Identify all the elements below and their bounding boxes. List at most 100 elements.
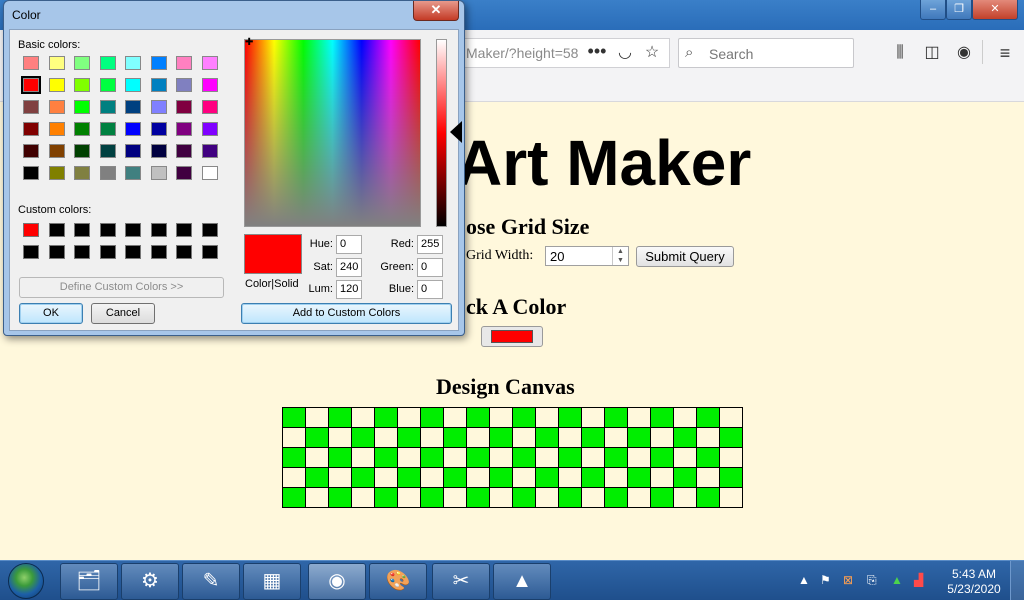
canvas-cell[interactable]	[558, 487, 582, 508]
library-icon[interactable]: ⫼	[889, 42, 911, 64]
action-center-flag-icon[interactable]: ⚑	[820, 573, 831, 587]
custom-color-swatch[interactable]	[23, 245, 39, 259]
canvas-cell[interactable]	[558, 427, 582, 448]
basic-color-swatch[interactable]	[23, 78, 39, 92]
basic-color-swatch[interactable]	[48, 166, 65, 180]
canvas-cell[interactable]	[535, 487, 559, 508]
canvas-cell[interactable]	[512, 407, 536, 428]
basic-color-swatch[interactable]	[23, 100, 39, 114]
ellipsis-icon[interactable]: •••	[586, 42, 608, 64]
canvas-cell[interactable]	[443, 407, 467, 428]
canvas-cell[interactable]	[489, 407, 513, 428]
canvas-cell[interactable]	[650, 447, 674, 468]
basic-color-swatch[interactable]	[176, 144, 192, 158]
canvas-cell[interactable]	[305, 487, 329, 508]
grid-width-spinner[interactable]: ▲ ▼	[612, 247, 628, 265]
canvas-cell[interactable]	[374, 447, 398, 468]
canvas-cell[interactable]	[397, 427, 421, 448]
canvas-cell[interactable]	[581, 407, 605, 428]
canvas-cell[interactable]	[673, 487, 697, 508]
basic-color-swatch[interactable]	[125, 122, 141, 136]
canvas-cell[interactable]	[512, 487, 536, 508]
basic-color-swatch[interactable]	[74, 56, 90, 70]
red-field[interactable]: 255	[417, 235, 443, 254]
basic-color-swatch[interactable]	[176, 122, 192, 136]
custom-color-swatch[interactable]	[99, 245, 116, 259]
canvas-cell[interactable]	[627, 487, 651, 508]
custom-color-swatch[interactable]	[74, 245, 90, 259]
submit-button[interactable]: Submit Query	[636, 246, 734, 267]
basic-color-swatch[interactable]	[201, 100, 218, 114]
search-input[interactable]: ⌕ Search	[678, 38, 854, 68]
canvas-cell[interactable]	[328, 427, 352, 448]
basic-color-swatch[interactable]	[125, 166, 141, 180]
pocket-icon[interactable]: ◡	[614, 42, 636, 64]
canvas-cell[interactable]	[466, 467, 490, 488]
canvas-cell[interactable]	[328, 447, 352, 468]
canvas-cell[interactable]	[420, 407, 444, 428]
custom-color-swatch[interactable]	[201, 223, 218, 237]
dialog-close-button[interactable]: ✕	[413, 1, 459, 21]
canvas-cell[interactable]	[535, 427, 559, 448]
basic-color-swatch[interactable]	[150, 144, 167, 158]
canvas-cell[interactable]	[282, 487, 306, 508]
canvas-cell[interactable]	[282, 467, 306, 488]
custom-color-swatch[interactable]	[74, 223, 90, 237]
minimize-button[interactable]: –	[920, 0, 946, 20]
canvas-cell[interactable]	[604, 427, 628, 448]
basic-color-swatch[interactable]	[23, 56, 39, 70]
canvas-cell[interactable]	[719, 447, 743, 468]
custom-color-swatch[interactable]	[176, 245, 192, 259]
cancel-button[interactable]: Cancel	[91, 303, 155, 324]
maximize-button[interactable]: ❐	[946, 0, 972, 20]
canvas-cell[interactable]	[650, 487, 674, 508]
basic-color-swatch[interactable]	[201, 78, 218, 92]
canvas-cell[interactable]	[512, 447, 536, 468]
canvas-cell[interactable]	[397, 487, 421, 508]
ok-button[interactable]: OK	[19, 303, 83, 324]
basic-color-swatch[interactable]	[176, 78, 192, 92]
canvas-cell[interactable]	[466, 407, 490, 428]
canvas-cell[interactable]	[581, 487, 605, 508]
hamburger-icon[interactable]: ≡	[994, 42, 1016, 64]
canvas-cell[interactable]	[673, 467, 697, 488]
canvas-cell[interactable]	[604, 467, 628, 488]
canvas-cell[interactable]	[719, 487, 743, 508]
luminance-bar[interactable]	[436, 39, 447, 227]
canvas-cell[interactable]	[282, 447, 306, 468]
canvas-cell[interactable]	[627, 427, 651, 448]
lum-field[interactable]: 120	[336, 280, 362, 299]
basic-color-swatch[interactable]	[176, 166, 192, 180]
windows-start-icon[interactable]	[8, 563, 44, 599]
basic-color-swatch[interactable]	[150, 166, 167, 180]
canvas-cell[interactable]	[420, 487, 444, 508]
canvas-cell[interactable]	[374, 427, 398, 448]
canvas-cell[interactable]	[443, 427, 467, 448]
canvas-cell[interactable]	[650, 407, 674, 428]
basic-color-swatch[interactable]	[150, 100, 167, 114]
canvas-cell[interactable]	[397, 407, 421, 428]
canvas-cell[interactable]	[420, 467, 444, 488]
sketchup-tray-icon[interactable]: ▲	[891, 573, 903, 587]
hue-field[interactable]: 0	[336, 235, 362, 254]
basic-color-swatch[interactable]	[150, 56, 167, 70]
sketchup-icon[interactable]: ▲	[493, 563, 551, 600]
canvas-cell[interactable]	[581, 447, 605, 468]
basic-color-swatch[interactable]	[74, 100, 90, 114]
canvas-cell[interactable]	[535, 407, 559, 428]
snipping-tool-icon[interactable]: ✂	[432, 563, 490, 600]
canvas-cell[interactable]	[305, 447, 329, 468]
basic-color-swatch[interactable]	[74, 122, 90, 136]
basic-color-swatch[interactable]	[48, 56, 65, 70]
basic-color-swatch[interactable]	[125, 100, 141, 114]
canvas-cell[interactable]	[558, 407, 582, 428]
basic-color-swatch[interactable]	[23, 122, 39, 136]
custom-color-swatch[interactable]	[48, 245, 65, 259]
canvas-cell[interactable]	[489, 467, 513, 488]
design-canvas-grid[interactable]	[282, 407, 743, 508]
canvas-cell[interactable]	[374, 487, 398, 508]
basic-color-swatch[interactable]	[74, 166, 90, 180]
xampp-tray-icon[interactable]: ⊠	[843, 573, 853, 587]
canvas-cell[interactable]	[420, 427, 444, 448]
canvas-cell[interactable]	[489, 487, 513, 508]
